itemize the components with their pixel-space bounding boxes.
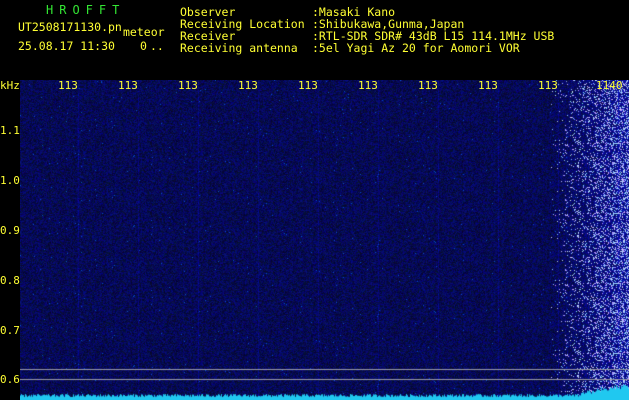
x-tick: 113 bbox=[58, 79, 78, 92]
x-tick: 113 bbox=[478, 79, 498, 92]
x-tick: 113 bbox=[118, 79, 138, 92]
datetime: 25.08.17 11:30 bbox=[18, 39, 115, 53]
antenna-value: :5el Yagi Az 20 for Aomori VOR bbox=[312, 41, 520, 55]
counter: 0 bbox=[140, 39, 147, 53]
y-axis: kHz 1.1 1.0 0.9 0.8 0.7 0.6 bbox=[0, 80, 20, 400]
antenna-label: Receiving antenna bbox=[180, 41, 298, 55]
filename-suffix: meteor bbox=[123, 25, 165, 39]
x-tick: 113 bbox=[418, 79, 438, 92]
y-axis-unit: kHz bbox=[0, 79, 20, 92]
y-tick: 0.9 bbox=[0, 224, 20, 237]
x-tick: 1140 bbox=[596, 79, 623, 92]
y-tick: 1.1 bbox=[0, 124, 20, 137]
spectrogram-plot bbox=[20, 80, 629, 400]
y-tick: 0.6 bbox=[0, 373, 20, 386]
app-title: HROFFT bbox=[46, 3, 126, 17]
y-tick: 1.0 bbox=[0, 174, 20, 187]
header-panel: HROFFT UT2508171130.pn meteor 25.08.17 1… bbox=[0, 0, 629, 80]
x-tick: 113 bbox=[358, 79, 378, 92]
x-tick: 113 bbox=[238, 79, 258, 92]
x-tick: 113 bbox=[538, 79, 558, 92]
counter-dots: .. bbox=[150, 39, 164, 53]
filename: UT2508171130.pn bbox=[18, 20, 122, 34]
y-tick: 0.7 bbox=[0, 324, 20, 337]
spectrogram-canvas bbox=[20, 80, 629, 400]
y-tick: 0.8 bbox=[0, 274, 20, 287]
x-tick: 113 bbox=[178, 79, 198, 92]
x-tick: 113 bbox=[298, 79, 318, 92]
